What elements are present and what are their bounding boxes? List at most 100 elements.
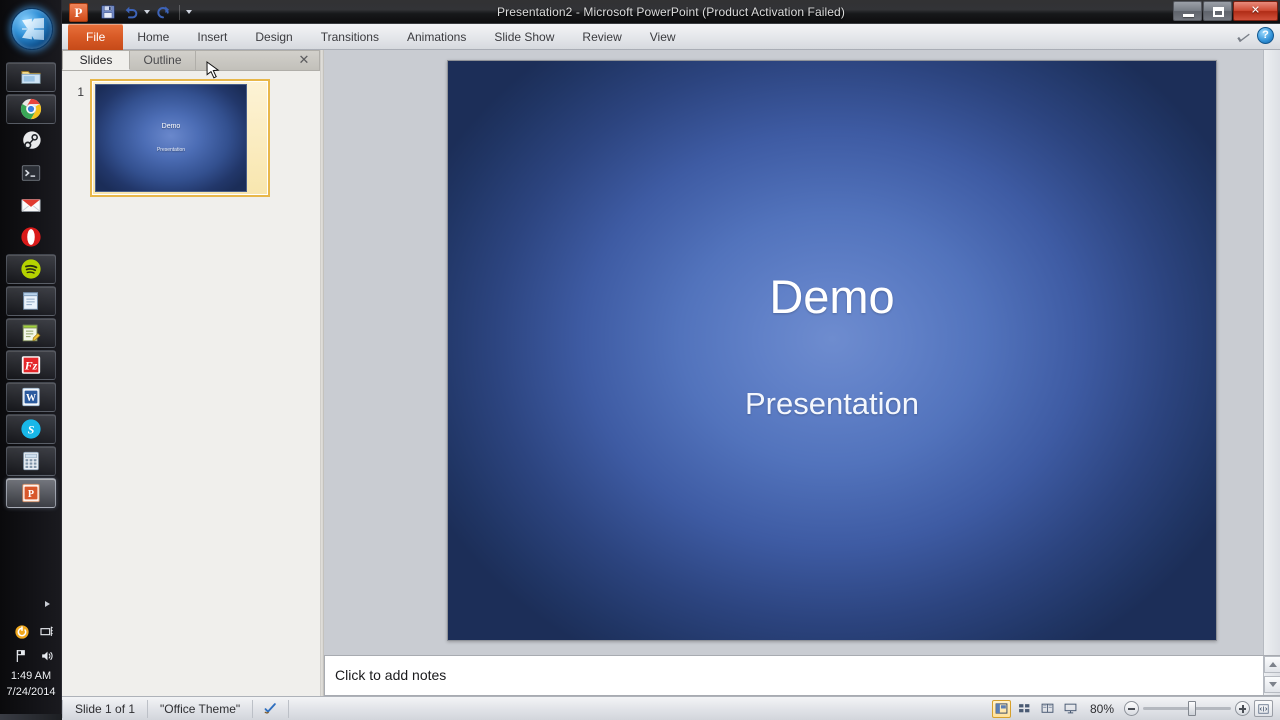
undo-icon — [125, 6, 138, 19]
clock-date: 7/24/2014 — [6, 686, 56, 698]
taskbar-mail[interactable] — [6, 190, 56, 220]
folder-icon — [21, 71, 41, 84]
zoom-in-button[interactable] — [1235, 701, 1250, 716]
taskbar-windows-explorer[interactable] — [6, 62, 56, 92]
tray-action-center-icon[interactable] — [14, 648, 30, 664]
slide-sorter-view-button[interactable] — [1015, 700, 1034, 718]
tab-file[interactable]: File — [68, 24, 124, 50]
slide-title-placeholder[interactable]: Demo — [448, 273, 1216, 320]
reading-view-button[interactable] — [1038, 700, 1057, 718]
slide-canvas[interactable]: Demo Presentation — [447, 60, 1217, 641]
powerpoint-icon: P — [22, 483, 40, 503]
zoom-level-label[interactable]: 80% — [1084, 702, 1120, 716]
save-icon — [101, 5, 115, 19]
spellcheck-button[interactable] — [253, 699, 290, 718]
windows-taskbar: Fz W S P 1:49 AM 7/24/2014 — [0, 0, 62, 720]
slide-count-label[interactable]: Slide 1 of 1 — [62, 699, 149, 718]
scroll-down-icon[interactable] — [1264, 676, 1280, 693]
undo-dropdown-icon[interactable] — [144, 10, 150, 14]
theme-label[interactable]: "Office Theme" — [148, 699, 254, 718]
mail-icon — [21, 199, 41, 212]
help-button[interactable]: ? — [1257, 27, 1274, 44]
quick-access-toolbar — [94, 2, 196, 22]
close-panel-button[interactable]: ✕ — [297, 53, 311, 67]
notes-scrollbar[interactable] — [1263, 656, 1280, 695]
tray-volume-icon[interactable] — [39, 648, 56, 664]
tab-slide-show[interactable]: Slide Show — [480, 24, 568, 50]
main-vertical-scrollbar[interactable] — [1263, 50, 1280, 655]
slide-subtitle-placeholder[interactable]: Presentation — [448, 388, 1216, 419]
taskbar-command-prompt[interactable] — [6, 158, 56, 188]
taskbar-filezilla[interactable]: Fz — [6, 350, 56, 380]
tab-transitions[interactable]: Transitions — [307, 24, 393, 50]
taskbar-notepad-plus-plus[interactable] — [6, 318, 56, 348]
slide-show-button[interactable] — [1061, 700, 1080, 718]
notes-pane[interactable]: Click to add notes — [324, 655, 1280, 696]
thumbnail-subtitle: Presentation — [156, 147, 186, 153]
tab-animations[interactable]: Animations — [393, 24, 480, 50]
tab-insert[interactable]: Insert — [183, 24, 241, 50]
zoom-slider[interactable] — [1143, 701, 1231, 716]
tab-outline[interactable]: Outline — [130, 50, 196, 70]
taskbar-spotify[interactable] — [6, 254, 56, 284]
tray-network-icon[interactable] — [39, 624, 55, 640]
taskbar-notepad[interactable] — [6, 286, 56, 316]
tab-slides[interactable]: Slides — [62, 50, 130, 70]
tab-view[interactable]: View — [636, 24, 690, 50]
tab-review[interactable]: Review — [568, 24, 635, 50]
chrome-icon — [20, 98, 42, 120]
fit-to-window-button[interactable] — [1254, 700, 1273, 717]
window-title: Presentation2 - Microsoft PowerPoint (Pr… — [497, 5, 845, 19]
taskbar-steam[interactable] — [6, 126, 56, 156]
customize-qat-button[interactable] — [186, 10, 192, 14]
restore-button[interactable] — [1203, 1, 1232, 21]
qat-separator — [179, 4, 180, 20]
spellcheck-icon — [264, 703, 276, 714]
minimize-ribbon-button[interactable] — [1235, 28, 1251, 44]
thumbnail-title: Demo — [161, 123, 181, 130]
undo-button[interactable] — [121, 3, 141, 22]
command-prompt-icon — [21, 165, 41, 181]
svg-text:S: S — [28, 423, 35, 437]
scroll-up-icon[interactable] — [1264, 656, 1280, 673]
calculator-icon — [23, 451, 39, 471]
taskbar-skype[interactable]: S — [6, 414, 56, 444]
redo-button[interactable] — [153, 3, 173, 22]
close-button[interactable]: ✕ — [1233, 1, 1278, 21]
taskbar-calculator[interactable] — [6, 446, 56, 476]
slides-panel: Slides Outline ✕ 1 Demo Presentation — [62, 50, 320, 696]
show-hidden-icons-button[interactable] — [45, 601, 50, 607]
list-item[interactable]: 1 Demo Presentation — [70, 79, 314, 197]
opera-icon — [21, 227, 41, 247]
slide-show-icon — [1064, 703, 1077, 714]
save-button[interactable] — [98, 3, 118, 22]
tray-update-icon[interactable] — [14, 624, 30, 640]
zoom-slider-thumb[interactable] — [1188, 701, 1196, 716]
svg-text:W: W — [26, 393, 36, 404]
notepad-plus-plus-icon — [22, 324, 41, 342]
status-bar: Slide 1 of 1 "Office Theme" 80% — [62, 696, 1280, 720]
taskbar-google-chrome[interactable] — [6, 94, 56, 124]
slide-thumbnail-list[interactable]: 1 Demo Presentation — [62, 70, 320, 696]
tab-design[interactable]: Design — [241, 24, 306, 50]
powerpoint-logo-icon: P — [69, 3, 88, 22]
steam-icon — [23, 131, 41, 149]
show-desktop-button[interactable] — [0, 714, 62, 720]
slide-number: 1 — [77, 85, 84, 99]
fit-to-window-icon — [1258, 703, 1269, 714]
title-bar: Presentation2 - Microsoft PowerPoint (Pr… — [62, 0, 1280, 24]
taskbar-opera[interactable] — [6, 222, 56, 252]
taskbar-powerpoint[interactable]: P — [6, 478, 56, 508]
zoom-out-button[interactable] — [1124, 701, 1139, 716]
ribbon-tabs: File Home Insert Design Transitions Anim… — [68, 24, 690, 50]
window-controls: ✕ — [1173, 1, 1278, 21]
normal-view-button[interactable] — [992, 699, 1011, 718]
tab-home[interactable]: Home — [123, 24, 183, 50]
taskbar-word[interactable]: W — [6, 382, 56, 412]
normal-view-icon — [995, 703, 1008, 714]
slide-thumbnail-image[interactable]: Demo Presentation — [95, 84, 247, 192]
start-button[interactable] — [11, 8, 53, 50]
taskbar-clock[interactable]: 1:49 AM 7/24/2014 — [0, 668, 62, 700]
minimize-button[interactable] — [1173, 1, 1202, 21]
redo-icon — [157, 6, 169, 19]
